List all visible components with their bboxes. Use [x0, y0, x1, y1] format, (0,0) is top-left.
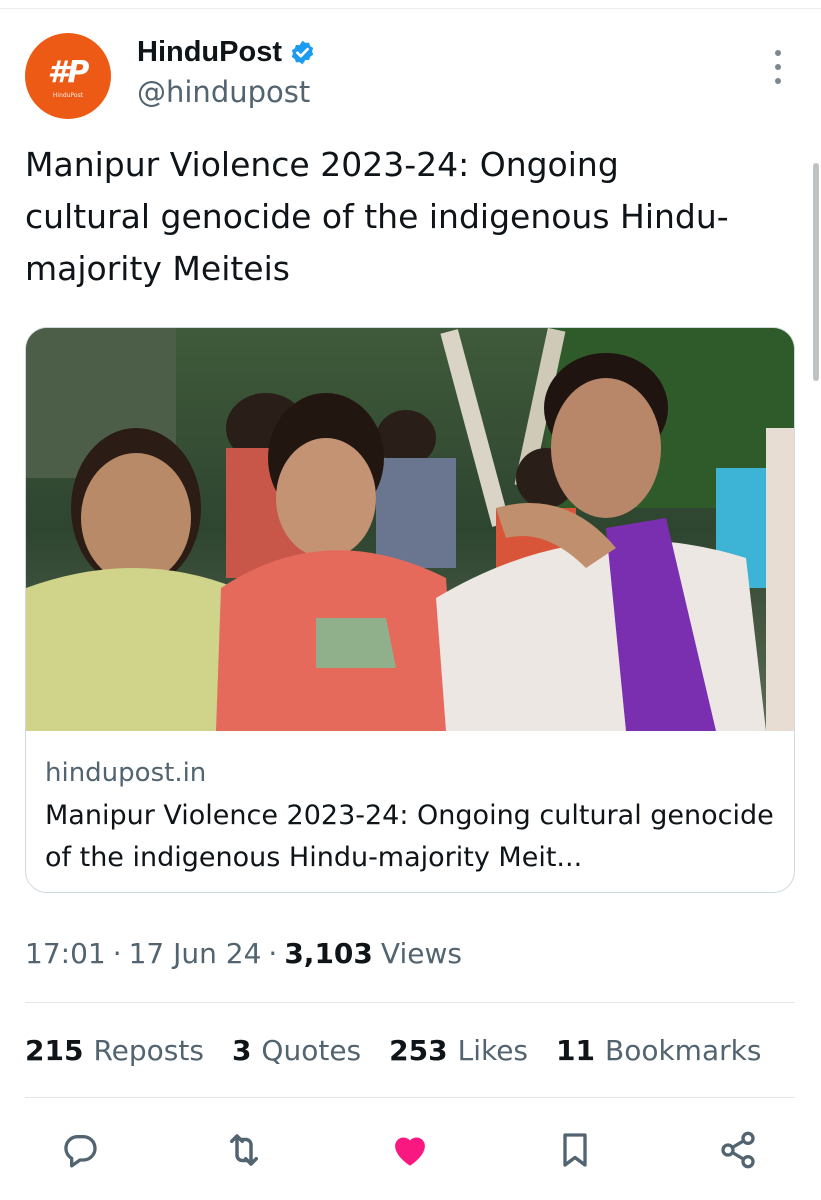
quotes-stat[interactable]: 3 Quotes — [232, 1034, 361, 1067]
card-domain: hindupost.in — [45, 758, 207, 788]
likes-label: Likes — [457, 1034, 529, 1067]
author-display-name[interactable]: HinduPost — [137, 36, 282, 69]
like-icon — [395, 1137, 425, 1166]
tweet-time[interactable]: 17:01 — [25, 937, 106, 970]
repost-icon — [230, 1134, 258, 1166]
quotes-count: 3 — [231, 1034, 252, 1067]
card-meta: hindupost.in Manipur Violence 2023-24: O… — [45, 753, 785, 879]
engagement-stats: 215 Reposts 3 Quotes 253 Likes 11 Bookma… — [25, 1034, 789, 1067]
tweet-text: Manipur Violence 2023-24: Ongoing cultur… — [25, 145, 729, 288]
reposts-count: 215 — [25, 1034, 84, 1067]
reply-icon — [64, 1135, 97, 1168]
card-title: Manipur Violence 2023-24: Ongoing cultur… — [45, 800, 774, 873]
scrollbar[interactable] — [813, 163, 819, 381]
reposts-label: Reposts — [93, 1034, 204, 1067]
top-divider — [0, 0, 821, 9]
card-image[interactable] — [26, 328, 795, 731]
more-dot — [775, 78, 781, 84]
author-handle[interactable]: @hindupost — [137, 75, 310, 109]
avatar-subtext: HinduPost — [52, 91, 84, 99]
bookmark-button[interactable] — [553, 1128, 597, 1172]
share-icon — [721, 1131, 755, 1169]
more-dot — [775, 50, 781, 56]
reply-button[interactable] — [58, 1128, 102, 1172]
likes-stat[interactable]: 253 Likes — [389, 1034, 528, 1067]
timestamp-row: 17:01 · 17 Jun 24 · 3,103 Views — [25, 937, 462, 970]
reposts-stat[interactable]: 215 Reposts — [25, 1034, 204, 1067]
divider — [25, 1002, 795, 1003]
separator: · — [112, 937, 122, 970]
link-card[interactable]: hindupost.in Manipur Violence 2023-24: O… — [25, 327, 795, 893]
views-label: Views — [380, 937, 462, 970]
action-bar — [0, 1128, 821, 1176]
share-button[interactable] — [716, 1128, 760, 1172]
likes-count: 253 — [389, 1034, 448, 1067]
separator: · — [268, 937, 278, 970]
quotes-label: Quotes — [261, 1034, 362, 1067]
like-button[interactable] — [388, 1128, 432, 1172]
bookmark-icon — [563, 1133, 587, 1167]
more-options-icon[interactable] — [764, 50, 792, 84]
avatar[interactable]: #P HinduPost — [25, 33, 111, 119]
tweet-date[interactable]: 17 Jun 24 — [129, 937, 262, 970]
verified-badge-icon — [291, 40, 314, 65]
bookmarks-label: Bookmarks — [604, 1034, 762, 1067]
views-count[interactable]: 3,103 — [284, 937, 373, 970]
repost-button[interactable] — [222, 1128, 266, 1172]
avatar-logo: #P — [47, 54, 90, 90]
more-dot — [775, 64, 781, 70]
author-name-row: HinduPost — [137, 36, 316, 69]
divider — [25, 1097, 795, 1098]
bookmarks-count: 11 — [556, 1034, 595, 1067]
bookmarks-stat[interactable]: 11 Bookmarks — [556, 1034, 761, 1067]
